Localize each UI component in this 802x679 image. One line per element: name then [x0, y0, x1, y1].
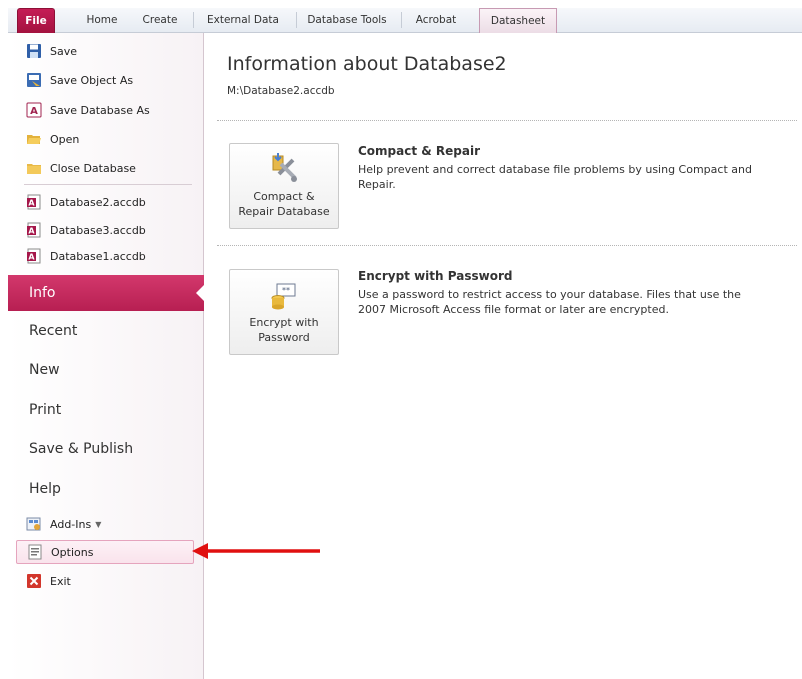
recent-file-label: Database1.accdb: [50, 249, 146, 263]
ribbon: File Home Create External Data Database …: [0, 0, 802, 33]
options-button[interactable]: Options: [16, 540, 194, 564]
compact-repair-description: Help prevent and correct database file p…: [358, 163, 752, 191]
exit-icon: [27, 574, 41, 588]
nav-new-label: New: [29, 362, 60, 378]
svg-text:A: A: [28, 199, 35, 208]
chevron-down-icon: ▼: [95, 519, 102, 529]
nav-new[interactable]: New: [8, 352, 204, 388]
open-label: Open: [50, 132, 80, 146]
add-ins-icon: [26, 517, 41, 531]
close-database-label: Close Database: [50, 161, 136, 175]
options-label: Options: [51, 545, 94, 559]
tab-file[interactable]: File: [17, 8, 55, 33]
close-database-button[interactable]: Close Database: [16, 156, 194, 180]
active-pointer: [196, 284, 205, 302]
tab-create[interactable]: Create: [134, 8, 186, 33]
tab-separator: [296, 12, 297, 28]
encrypt-password-button-label: Encrypt with Password: [249, 316, 319, 344]
nav-print-label: Print: [29, 402, 62, 418]
compact-repair-button[interactable]: Compact & Repair Database: [229, 143, 339, 229]
options-icon: [28, 544, 42, 560]
page-title: Information about Database2: [227, 53, 507, 75]
add-ins-button[interactable]: Add-Ins ▼: [16, 512, 194, 536]
encrypt-password-description: Use a password to restrict access to you…: [358, 288, 741, 316]
svg-text:**: **: [282, 286, 290, 295]
encrypt-password-title: Encrypt with Password: [358, 269, 513, 283]
access-file-icon: A: [27, 222, 41, 238]
save-object-as-label: Save Object As: [50, 73, 134, 87]
nav-info[interactable]: Info: [8, 275, 205, 311]
tab-acrobat[interactable]: Acrobat: [406, 8, 466, 33]
compact-repair-icon: [272, 153, 297, 182]
red-arrow-annotation: [192, 543, 320, 559]
file-path: M:\Database2.accdb: [227, 85, 335, 97]
nav-recent-label: Recent: [29, 323, 78, 339]
tab-home[interactable]: Home: [76, 8, 128, 33]
divider: [217, 120, 797, 121]
access-file-icon: A: [27, 194, 41, 210]
tab-database-tools[interactable]: Database Tools: [300, 8, 394, 33]
access-file-icon: A: [27, 248, 41, 264]
recent-file-database1[interactable]: A Database1.accdb: [16, 244, 194, 268]
compact-repair-button-label: Compact & Repair Database: [238, 190, 330, 218]
nav-save-publish-label: Save & Publish: [29, 441, 134, 457]
tab-datasheet[interactable]: Datasheet: [479, 8, 557, 33]
nav-help[interactable]: Help: [8, 471, 204, 507]
backstage-nav: Save Save Object As A Save Database As O…: [8, 33, 205, 679]
nav-help-label: Help: [29, 481, 61, 497]
open-folder-icon: [27, 135, 41, 144]
tab-separator: [193, 12, 194, 28]
save-database-as-label: Save Database As: [50, 103, 150, 117]
divider: [217, 245, 797, 246]
open-button[interactable]: Open: [16, 127, 194, 151]
recent-file-database3[interactable]: A Database3.accdb: [16, 218, 194, 242]
access-db-icon: A: [26, 102, 42, 118]
add-ins-label: Add-Ins: [50, 517, 92, 531]
tab-external-data[interactable]: External Data: [198, 8, 288, 33]
exit-button[interactable]: Exit: [16, 569, 194, 593]
folder-icon: [27, 164, 41, 174]
svg-text:A: A: [28, 227, 35, 236]
recent-file-label: Database3.accdb: [50, 223, 146, 237]
nav-recent[interactable]: Recent: [8, 313, 204, 349]
recent-file-database2[interactable]: A Database2.accdb: [16, 190, 194, 214]
nav-info-label: Info: [29, 285, 56, 301]
compact-repair-title: Compact & Repair: [358, 144, 481, 158]
svg-text:A: A: [30, 106, 38, 117]
tab-separator: [401, 12, 402, 28]
svg-text:A: A: [28, 253, 35, 262]
nav-save-publish[interactable]: Save & Publish: [8, 431, 204, 467]
info-pane: Information about Database2 M:\Database2…: [205, 33, 802, 679]
save-button[interactable]: Save: [16, 39, 194, 63]
nav-print[interactable]: Print: [8, 392, 204, 428]
save-label: Save: [50, 44, 78, 58]
floppy-disk-icon: [27, 44, 41, 58]
recent-file-label: Database2.accdb: [50, 195, 146, 209]
save-database-as-button[interactable]: A Save Database As: [16, 98, 194, 122]
exit-label: Exit: [50, 574, 71, 588]
save-object-icon: [27, 73, 41, 87]
save-object-as-button[interactable]: Save Object As: [16, 68, 194, 92]
encrypt-password-button[interactable]: ** Encrypt with Password: [229, 269, 339, 355]
divider: [24, 184, 192, 185]
encrypt-password-icon: **: [271, 283, 296, 310]
